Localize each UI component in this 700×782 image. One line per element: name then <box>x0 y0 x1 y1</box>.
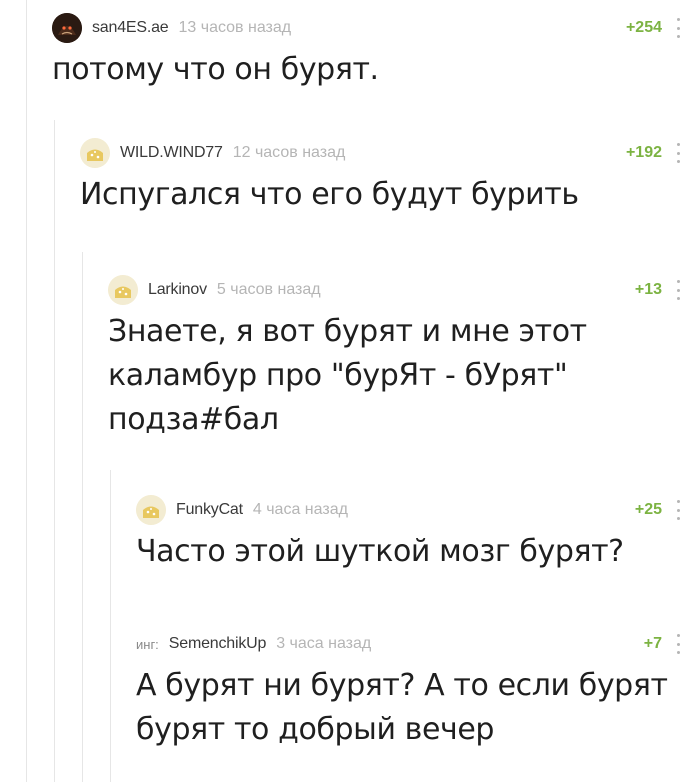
comment: инг: SemenchikUp 3 часа назад +7 А бурят… <box>136 624 684 752</box>
thread-guide-line[interactable] <box>110 470 111 782</box>
comment-header: инг: SemenchikUp 3 часа назад +7 <box>136 624 684 664</box>
comment: FunkyCat 4 часа назад +25 Часто этой шут… <box>136 490 684 574</box>
thread-guide-line[interactable] <box>54 120 55 782</box>
more-options-icon[interactable] <box>676 634 680 654</box>
comment-header: FunkyCat 4 часа назад +25 <box>136 490 684 530</box>
dark-avatar-icon <box>52 13 82 43</box>
avatar[interactable] <box>52 13 82 43</box>
comment: Larkinov 5 часов назад +13 Знаете, я вот… <box>108 270 684 442</box>
default-avatar-icon <box>136 495 166 525</box>
rating: +254 <box>625 19 662 36</box>
comment-text: А бурят ни бурят? А то если бурят бурят … <box>136 668 668 747</box>
more-options-icon[interactable] <box>676 18 680 38</box>
comment-text: Знаете, я вот бурят и мне этот каламбур … <box>108 314 587 437</box>
username[interactable]: FunkyCat <box>176 501 243 519</box>
comment-text: Часто этой шуткой мозг бурят? <box>136 534 624 569</box>
timestamp[interactable]: 13 часов назад <box>178 19 291 37</box>
avatar[interactable] <box>136 495 166 525</box>
thread-guide-line[interactable] <box>26 0 27 782</box>
comment: san4ES.ae 13 часов назад +254 потому что… <box>52 8 684 92</box>
comment-thread: san4ES.ae 13 часов назад +254 потому что… <box>0 0 700 782</box>
comment-header: san4ES.ae 13 часов назад +254 <box>52 8 684 48</box>
more-options-icon[interactable] <box>676 280 680 300</box>
comment-header: Larkinov 5 часов назад +13 <box>108 270 684 310</box>
comment-header: WILD.WIND77 12 часов назад +192 <box>80 133 684 173</box>
more-options-icon[interactable] <box>676 500 680 520</box>
rating: +25 <box>634 501 662 518</box>
comment-text: потому что он бурят. <box>52 52 379 87</box>
default-avatar-icon <box>108 275 138 305</box>
avatar[interactable] <box>80 138 110 168</box>
rating: +7 <box>643 635 662 652</box>
username[interactable]: Larkinov <box>148 281 207 299</box>
thread-guide-line[interactable] <box>82 252 83 782</box>
more-options-icon[interactable] <box>676 143 680 163</box>
rating: +192 <box>625 144 662 161</box>
comment: WILD.WIND77 12 часов назад +192 Испугалс… <box>80 133 684 217</box>
default-avatar-icon <box>80 138 110 168</box>
username[interactable]: WILD.WIND77 <box>120 144 223 162</box>
username[interactable]: san4ES.ae <box>92 19 169 37</box>
rating: +13 <box>634 281 662 298</box>
avatar[interactable]: инг: <box>136 637 159 652</box>
timestamp[interactable]: 5 часов назад <box>217 281 321 299</box>
comment-text: Испугался что его будут бурить <box>80 177 579 212</box>
avatar[interactable] <box>108 275 138 305</box>
username[interactable]: SemenchikUp <box>169 635 267 653</box>
timestamp[interactable]: 12 часов назад <box>233 144 346 162</box>
timestamp[interactable]: 4 часа назад <box>253 501 348 519</box>
timestamp[interactable]: 3 часа назад <box>276 635 371 653</box>
